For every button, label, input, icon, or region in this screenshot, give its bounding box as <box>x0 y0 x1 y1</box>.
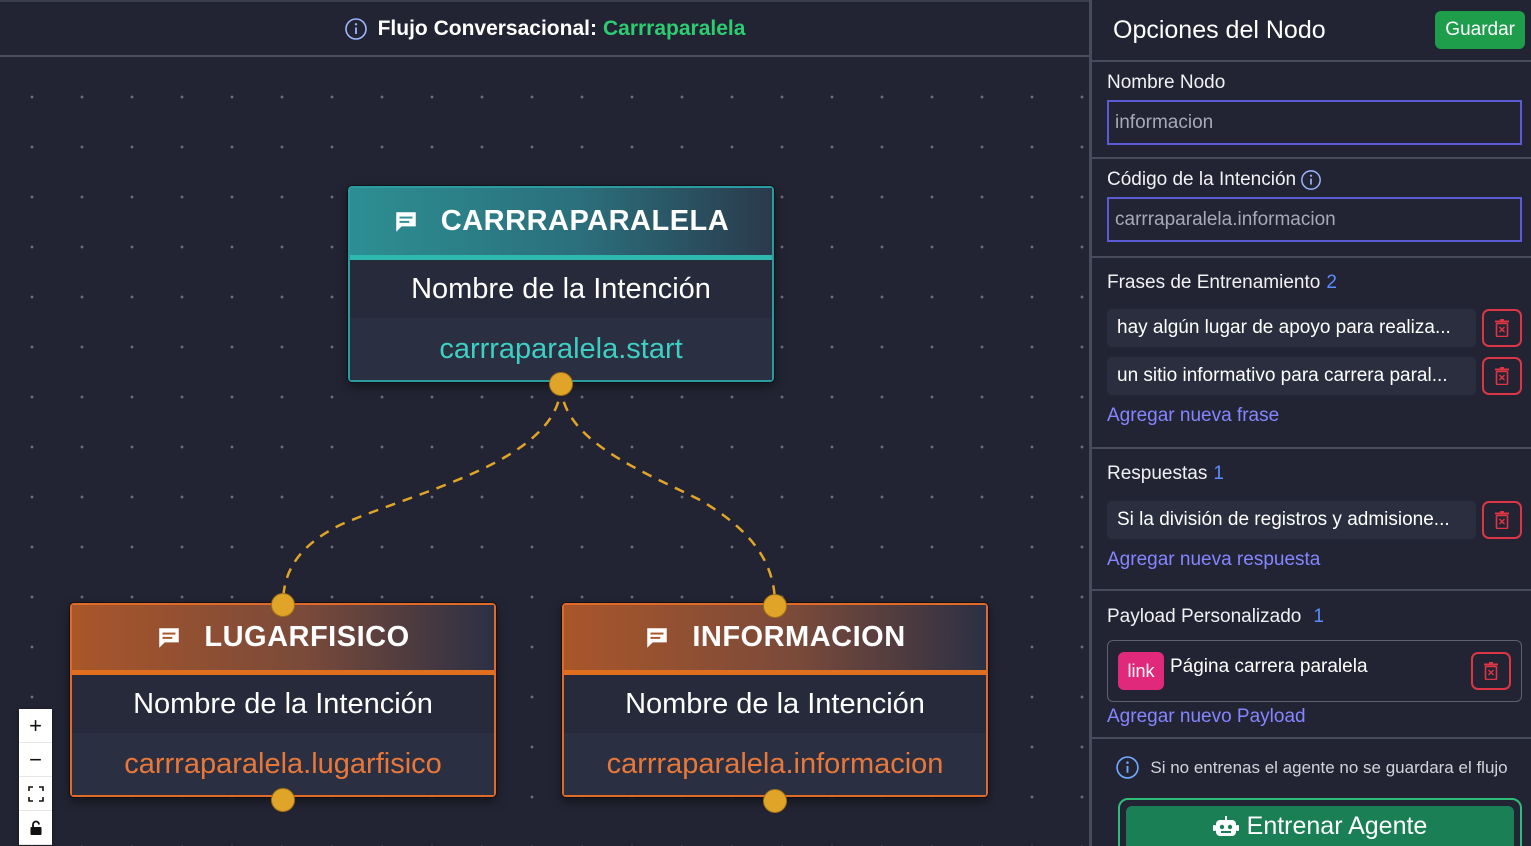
payload-label: Payload Personalizado <box>1107 606 1302 627</box>
responses-label: Respuestas <box>1107 463 1208 484</box>
edge-root-left[interactable] <box>281 383 563 606</box>
node-title: CARRRAPARALELA <box>440 205 730 237</box>
intent-code-input[interactable]: carrraparalela.informacion <box>1107 197 1522 242</box>
phrase-text[interactable]: un sitio informativo para carrera paral.… <box>1107 357 1476 395</box>
training-phrases-label: Frases de Entrenamiento <box>1107 272 1321 293</box>
panel-title: Opciones del Nodo <box>1113 15 1326 44</box>
intent-code-label: Código de la Intención <box>1107 169 1297 190</box>
trash-icon <box>1484 662 1498 680</box>
payload-text: Página carrera paralela <box>1170 656 1368 677</box>
payload-label-row: Payload Personalizado 1 <box>1107 606 1522 628</box>
flow-header: Flujo Conversacional: Carrraparalela <box>0 0 1089 57</box>
flow-header-prefix: Flujo Conversacional: <box>377 16 597 40</box>
phrase-text[interactable]: hay algún lugar de apoyo para realiza... <box>1107 309 1476 347</box>
node-intent-label: Nombre de la Intención <box>350 260 772 318</box>
training-phrases-count: 2 <box>1326 272 1337 293</box>
train-agent-button[interactable]: Entrenar Agente <box>1126 806 1514 846</box>
list-item: un sitio informativo para carrera paral.… <box>1107 357 1522 395</box>
intent-code-label-row: Código de la Intención <box>1107 169 1522 191</box>
payload-count: 1 <box>1313 606 1324 627</box>
flow-canvas[interactable]: Flujo Conversacional: Carrraparalela CAR… <box>0 0 1089 846</box>
node-title: LUGARFISICO <box>204 621 410 653</box>
info-icon <box>344 17 367 40</box>
node-name-label: Nombre Nodo <box>1107 72 1226 93</box>
chat-icon <box>647 627 668 648</box>
responses-count: 1 <box>1213 463 1224 484</box>
informacion-source-handle[interactable] <box>763 789 787 813</box>
info-icon[interactable] <box>1300 169 1322 191</box>
root-source-handle[interactable] <box>549 372 573 396</box>
response-text[interactable]: Si la división de registros y admisione.… <box>1107 501 1476 539</box>
trash-icon <box>1495 367 1509 385</box>
flow-node-root[interactable]: CARRRAPARALELA Nombre de la Intención ca… <box>348 186 774 382</box>
training-phrases-label-row: Frases de Entrenamiento 2 <box>1107 272 1522 294</box>
payload-item[interactable]: link Página carrera paralela <box>1107 640 1522 702</box>
node-title: INFORMACION <box>692 621 906 653</box>
train-agent-wrapper: Entrenar Agente <box>1118 798 1522 846</box>
node-header: CARRRAPARALELA <box>350 188 772 260</box>
delete-phrase-button[interactable] <box>1482 309 1522 347</box>
flow-name: Carrraparalela <box>602 16 746 40</box>
lock-button[interactable] <box>19 811 52 845</box>
zoom-in-button[interactable]: + <box>19 709 52 743</box>
lock-icon <box>30 820 41 835</box>
train-notice: Si no entrenas el agente no se guardara … <box>1092 755 1531 780</box>
edge-root-right[interactable] <box>559 383 777 606</box>
chat-icon <box>159 627 180 648</box>
responses-label-row: Respuestas 1 <box>1107 463 1522 485</box>
node-intent-code: carrraparalela.start <box>350 318 772 380</box>
training-phrases-section: Frases de Entrenamiento 2 hay algún luga… <box>1092 258 1531 449</box>
flow-node-informacion[interactable]: INFORMACION Nombre de la Intención carrr… <box>562 603 988 797</box>
intent-code-section: Código de la Intención carrraparalela.in… <box>1092 159 1531 258</box>
informacion-target-handle[interactable] <box>763 594 787 618</box>
list-item: hay algún lugar de apoyo para realiza... <box>1107 309 1522 347</box>
panel-header: Opciones del Nodo Guardar <box>1092 0 1531 62</box>
zoom-out-button[interactable]: − <box>19 743 52 777</box>
fit-view-button[interactable] <box>19 777 52 811</box>
add-payload-link[interactable]: Agregar nuevo Payload <box>1107 706 1522 728</box>
canvas-controls: + − <box>19 709 52 845</box>
info-icon <box>1116 756 1140 779</box>
train-agent-label: Entrenar Agente <box>1246 812 1428 840</box>
payload-section: Payload Personalizado 1 link Página carr… <box>1092 591 1531 739</box>
node-intent-code: carrraparalela.lugarfisico <box>72 733 494 795</box>
responses-section: Respuestas 1 Si la división de registros… <box>1092 449 1531 591</box>
fit-view-icon <box>27 785 44 802</box>
flow-node-lugarfisico[interactable]: LUGARFISICO Nombre de la Intención carrr… <box>70 603 496 797</box>
node-options-panel: Opciones del Nodo Guardar Nombre Nodo in… <box>1089 0 1531 846</box>
node-intent-label: Nombre de la Intención <box>72 675 494 733</box>
list-item: Si la división de registros y admisione.… <box>1107 501 1522 539</box>
add-response-link[interactable]: Agregar nueva respuesta <box>1107 549 1522 571</box>
node-name-section: Nombre Nodo informacion <box>1092 62 1531 159</box>
trash-icon <box>1495 511 1509 529</box>
node-intent-code: carrraparalela.informacion <box>564 733 986 795</box>
robot-icon <box>1212 816 1239 836</box>
train-notice-text: Si no entrenas el agente no se guardara … <box>1150 757 1508 777</box>
lugarfisico-target-handle[interactable] <box>271 593 295 617</box>
chat-icon <box>396 211 416 232</box>
node-name-input[interactable]: informacion <box>1107 100 1522 145</box>
add-phrase-link[interactable]: Agregar nueva frase <box>1107 405 1522 427</box>
delete-phrase-button[interactable] <box>1482 357 1522 395</box>
trash-icon <box>1495 319 1509 337</box>
payload-type-badge: link <box>1118 652 1164 690</box>
delete-payload-button[interactable] <box>1471 652 1511 690</box>
save-button[interactable]: Guardar <box>1435 11 1525 49</box>
node-intent-label: Nombre de la Intención <box>564 675 986 733</box>
lugarfisico-source-handle[interactable] <box>271 788 295 812</box>
delete-response-button[interactable] <box>1482 501 1522 539</box>
